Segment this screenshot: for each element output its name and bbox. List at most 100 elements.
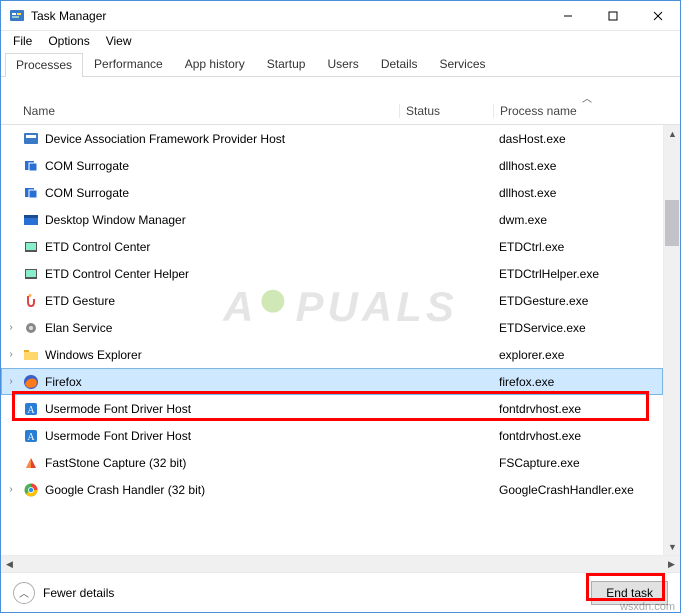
process-name-cell: Usermode Font Driver Host xyxy=(41,429,399,443)
process-row[interactable]: › Windows Explorer explorer.exe xyxy=(1,341,663,368)
tab-processes[interactable]: Processes xyxy=(5,53,83,77)
process-icon xyxy=(21,293,41,309)
process-row[interactable]: ›Elan ServiceETDService.exe xyxy=(1,314,663,341)
process-icon xyxy=(21,455,41,471)
process-row[interactable]: COM Surrogate dllhost.exe xyxy=(1,152,663,179)
process-icon xyxy=(21,320,41,336)
column-process-name-label: Process name xyxy=(500,104,577,118)
row-expander-icon[interactable]: › xyxy=(1,376,21,387)
process-exe-cell: FSCapture.exe xyxy=(493,456,663,470)
hscroll-left-icon[interactable]: ◀ xyxy=(1,556,18,573)
process-exe-cell: explorer.exe xyxy=(493,348,663,362)
process-row[interactable]: ETD Control Center ETDCtrl.exe xyxy=(1,233,663,260)
process-name-cell: Windows Explorer xyxy=(41,348,399,362)
process-row[interactable]: ›Firefoxfirefox.exe xyxy=(1,368,663,395)
column-headers: Name Status ︿ Process name xyxy=(1,85,680,125)
process-exe-cell: ETDCtrlHelper.exe xyxy=(493,267,663,281)
scroll-up-icon[interactable]: ▲ xyxy=(664,125,680,142)
tab-users[interactable]: Users xyxy=(316,52,369,76)
column-process-name[interactable]: ︿ Process name xyxy=(493,104,680,118)
menu-options[interactable]: Options xyxy=(40,32,97,50)
process-name-cell: ETD Control Center xyxy=(41,240,399,254)
process-icon xyxy=(21,374,41,390)
process-exe-cell: dllhost.exe xyxy=(493,159,663,173)
process-list[interactable]: Device Association Framework Provider Ho… xyxy=(1,125,663,555)
footer: ︿ Fewer details End task xyxy=(1,572,680,612)
tab-app-history[interactable]: App history xyxy=(174,52,256,76)
process-name-cell: Desktop Window Manager xyxy=(41,213,399,227)
process-exe-cell: dasHost.exe xyxy=(493,132,663,146)
process-name-cell: COM Surrogate xyxy=(41,186,399,200)
tab-startup[interactable]: Startup xyxy=(256,52,317,76)
process-name-cell: Device Association Framework Provider Ho… xyxy=(41,132,399,146)
fewer-details-label: Fewer details xyxy=(43,586,114,600)
process-row[interactable]: ETD Gesture ETDGesture.exe xyxy=(1,287,663,314)
row-expander-icon[interactable]: › xyxy=(1,349,21,360)
process-row[interactable]: COM Surrogate dllhost.exe xyxy=(1,179,663,206)
process-exe-cell: fontdrvhost.exe xyxy=(493,429,663,443)
process-row[interactable]: A Usermode Font Driver Host fontdrvhost.ex… xyxy=(1,395,663,422)
process-icon xyxy=(21,482,41,498)
process-row[interactable]: › Google Crash Handler (32 bit) GoogleCras… xyxy=(1,476,663,503)
app-icon xyxy=(9,8,25,24)
process-name-cell: Google Crash Handler (32 bit) xyxy=(41,483,399,497)
scroll-down-icon[interactable]: ▼ xyxy=(664,538,680,555)
attribution-text: wsxdn.com xyxy=(620,601,675,613)
menubar: File Options View xyxy=(1,31,680,51)
titlebar[interactable]: Task Manager xyxy=(1,1,680,31)
process-name-cell: Elan Service xyxy=(41,321,399,335)
process-name-cell: COM Surrogate xyxy=(41,159,399,173)
menu-file[interactable]: File xyxy=(5,32,40,50)
menu-view[interactable]: View xyxy=(98,32,140,50)
process-icon xyxy=(21,347,41,363)
content-area: Name Status ︿ Process name Device Associ… xyxy=(1,77,680,572)
process-row[interactable]: A Usermode Font Driver Host fontdrvhost.ex… xyxy=(1,422,663,449)
process-row[interactable]: Desktop Window Manager dwm.exe xyxy=(1,206,663,233)
process-row[interactable]: Device Association Framework Provider Ho… xyxy=(1,125,663,152)
window-title: Task Manager xyxy=(31,9,545,23)
minimize-button[interactable] xyxy=(545,1,590,31)
task-manager-window: Task Manager File Options View Processes… xyxy=(0,0,681,613)
tab-performance[interactable]: Performance xyxy=(83,52,174,76)
tab-services[interactable]: Services xyxy=(429,52,497,76)
svg-text:A: A xyxy=(27,405,35,416)
sort-indicator-icon: ︿ xyxy=(582,90,592,105)
process-name-cell: Firefox xyxy=(41,375,399,389)
column-status[interactable]: Status xyxy=(399,104,493,118)
process-exe-cell: GoogleCrashHandler.exe xyxy=(493,483,663,497)
vertical-scrollbar[interactable]: ▲ ▼ xyxy=(663,125,680,555)
process-exe-cell: dllhost.exe xyxy=(493,186,663,200)
scroll-track[interactable] xyxy=(664,142,680,538)
horizontal-scrollbar[interactable]: ◀ ▶ xyxy=(1,555,680,572)
process-name-cell: Usermode Font Driver Host xyxy=(41,402,399,416)
process-icon xyxy=(21,131,41,147)
maximize-button[interactable] xyxy=(590,1,635,31)
process-icon: A xyxy=(21,401,41,417)
row-expander-icon[interactable]: › xyxy=(1,484,21,495)
fewer-details-toggle[interactable]: ︿ Fewer details xyxy=(13,582,591,604)
hscroll-track[interactable] xyxy=(18,556,663,572)
scroll-thumb[interactable] xyxy=(665,200,679,246)
process-exe-cell: ETDCtrl.exe xyxy=(493,240,663,254)
hscroll-right-icon[interactable]: ▶ xyxy=(663,556,680,573)
close-button[interactable] xyxy=(635,1,680,31)
process-exe-cell: ETDGesture.exe xyxy=(493,294,663,308)
process-icon xyxy=(21,239,41,255)
process-icon xyxy=(21,212,41,228)
tabstrip: Processes Performance App history Startu… xyxy=(1,51,680,77)
process-name-cell: FastStone Capture (32 bit) xyxy=(41,456,399,470)
process-name-cell: ETD Gesture xyxy=(41,294,399,308)
process-row[interactable]: ETD Control Center Helper ETDCtrlHelper.e… xyxy=(1,260,663,287)
process-exe-cell: dwm.exe xyxy=(493,213,663,227)
tab-details[interactable]: Details xyxy=(370,52,429,76)
process-name-cell: ETD Control Center Helper xyxy=(41,267,399,281)
chevron-up-icon: ︿ xyxy=(13,582,35,604)
row-expander-icon[interactable]: › xyxy=(1,322,21,333)
process-exe-cell: fontdrvhost.exe xyxy=(493,402,663,416)
process-row[interactable]: FastStone Capture (32 bit) FSCapture.exe xyxy=(1,449,663,476)
svg-text:A: A xyxy=(27,432,35,443)
process-icon xyxy=(21,158,41,174)
column-name[interactable]: Name xyxy=(1,104,399,118)
process-icon xyxy=(21,266,41,282)
process-pane: Device Association Framework Provider Ho… xyxy=(1,125,680,555)
